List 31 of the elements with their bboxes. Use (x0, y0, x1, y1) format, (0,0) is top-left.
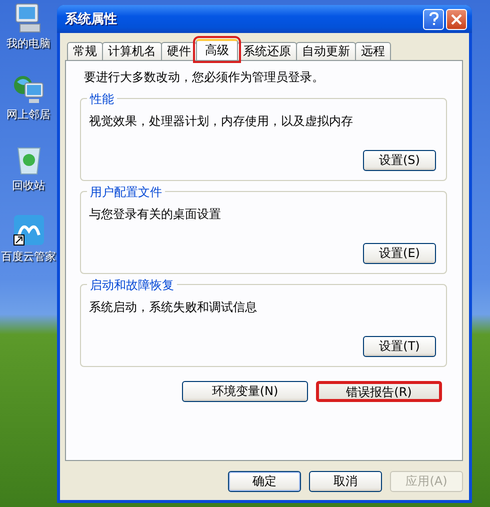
dialog-button[interactable]: 确定 (228, 471, 301, 492)
close-button[interactable] (446, 8, 467, 30)
desktop-icon-label[interactable]: 网上邻居 (6, 107, 50, 122)
window-title: 系统属性 (65, 10, 118, 28)
group-title: 启动和故障恢复 (87, 277, 177, 294)
question-mark-icon (428, 12, 438, 26)
network-computer-icon[interactable] (12, 73, 46, 105)
tab[interactable]: 远程 (355, 42, 391, 60)
tab[interactable]: 系统还原 (237, 42, 297, 60)
close-icon (451, 14, 462, 24)
group-title: 性能 (87, 91, 117, 108)
group-title: 用户配置文件 (87, 184, 165, 201)
tab[interactable]: 硬件 (161, 42, 197, 60)
group-description: 与您登录有关的桌面设置 (89, 206, 222, 223)
tab[interactable]: 计算机名 (102, 42, 162, 60)
dialog-button[interactable]: 取消 (309, 471, 382, 492)
help-button[interactable] (423, 8, 444, 30)
settings-button[interactable]: 设置(E) (363, 243, 436, 264)
dialog-option-button[interactable]: 环境变量(N) (182, 381, 308, 402)
settings-button[interactable]: 设置(T) (363, 336, 436, 357)
tab[interactable]: 高级 (196, 39, 238, 60)
desktop-icon-label[interactable]: 回收站 (12, 178, 45, 193)
notice-text: 要进行大多数改动，您必须作为管理员登录。 (84, 69, 325, 86)
tab[interactable]: 自动更新 (296, 42, 356, 60)
group-description: 系统启动，系统失败和调试信息 (89, 299, 258, 316)
dialog-option-button[interactable]: 错误报告(R) (316, 381, 442, 402)
group-description: 视觉效果，处理器计划，内存使用，以及虚拟内存 (89, 113, 354, 130)
settings-button[interactable]: 设置(S) (363, 150, 436, 171)
tab[interactable]: 常规 (67, 42, 103, 60)
cloud-app-icon[interactable] (12, 215, 46, 247)
desktop-icon-label[interactable]: 我的电脑 (6, 36, 50, 51)
